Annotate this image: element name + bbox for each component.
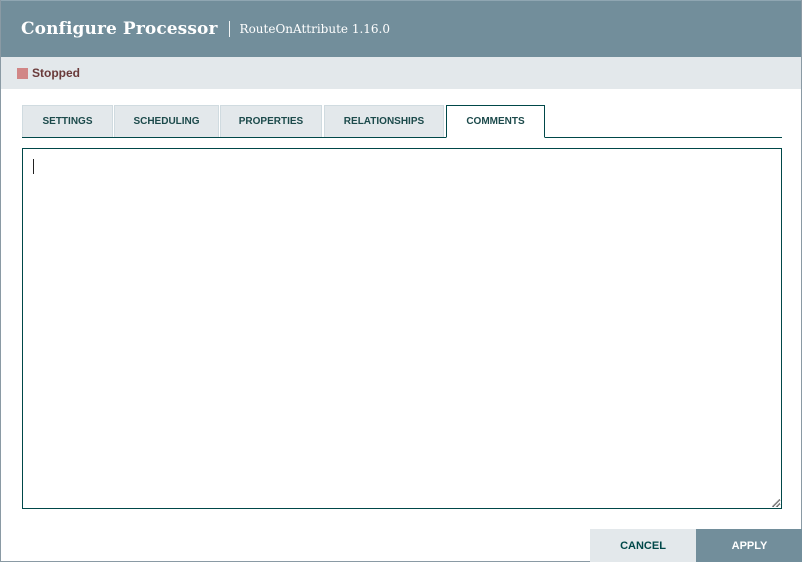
apply-button[interactable]: APPLY [696,529,802,562]
tab-properties[interactable]: PROPERTIES [220,105,322,137]
tab-scheduling[interactable]: SCHEDULING [114,105,219,137]
tab-comments[interactable]: COMMENTS [446,105,545,138]
configure-processor-dialog: Configure Processor RouteOnAttribute 1.1… [0,0,802,562]
processor-type-version: RouteOnAttribute 1.16.0 [239,22,390,36]
status-bar: Stopped [1,57,801,89]
tab-settings[interactable]: SETTINGS [22,105,113,137]
status-label: Stopped [32,66,80,80]
comments-textarea[interactable] [22,148,782,509]
dialog-header: Configure Processor RouteOnAttribute 1.1… [1,0,801,57]
dialog-title: Configure Processor [21,19,218,39]
header-divider [228,21,230,37]
text-caret [33,159,34,174]
tab-bar: SETTINGS SCHEDULING PROPERTIES RELATIONS… [22,105,782,138]
stopped-square-icon [17,67,28,79]
resize-grip-icon[interactable] [772,499,780,507]
cancel-button[interactable]: CANCEL [590,529,696,562]
tab-relationships[interactable]: RELATIONSHIPS [324,105,444,137]
